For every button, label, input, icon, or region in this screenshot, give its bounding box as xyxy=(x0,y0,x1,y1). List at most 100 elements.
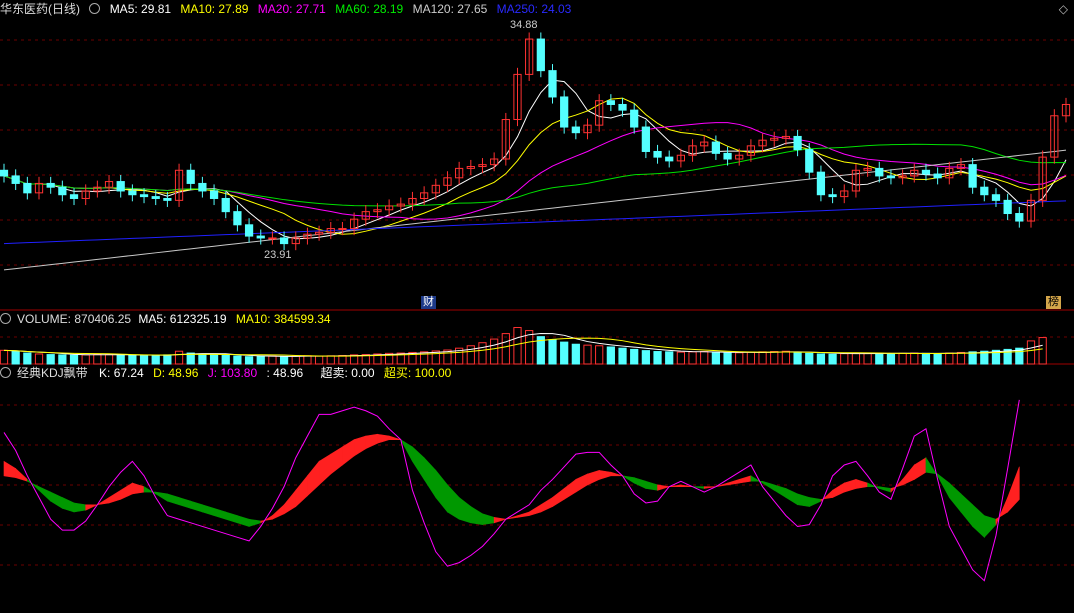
volume-bar xyxy=(81,354,90,365)
volume-bar xyxy=(314,355,324,365)
marker-cai[interactable]: 财 xyxy=(421,296,436,309)
volume-bar xyxy=(244,356,254,365)
volume-bar xyxy=(151,354,160,365)
volume-bar xyxy=(1038,337,1047,365)
kdj-ribbon-segment xyxy=(143,486,157,495)
price-panel-header: 华东医药(日线) MA5: 29.81 MA10: 27.89 MA20: 27… xyxy=(0,1,577,17)
candle-body xyxy=(198,182,207,192)
volume-ma10-label: MA10: 384599.34 xyxy=(235,312,331,326)
kdj-ribbon-segment xyxy=(202,504,215,517)
grid-lines xyxy=(0,39,1074,566)
ma10-line xyxy=(3,97,1067,235)
candle-body xyxy=(828,194,837,198)
volume-bar xyxy=(1026,340,1036,365)
volume-bar xyxy=(116,354,125,365)
candle-body xyxy=(711,141,721,154)
volume-bar xyxy=(641,350,650,365)
volume-bar xyxy=(139,355,149,365)
volume-bar xyxy=(840,353,849,365)
volume-bar xyxy=(209,354,219,365)
kdj-ribbon-segment xyxy=(575,473,588,493)
candle-body xyxy=(151,196,160,199)
candle-body xyxy=(618,103,627,111)
kdj-ribbon-segment xyxy=(318,453,332,486)
candle-body xyxy=(653,150,662,158)
volume-bar xyxy=(595,345,604,365)
volume-ma10-line xyxy=(3,337,1043,357)
volume-bars[interactable] xyxy=(0,327,1047,365)
stock-chart[interactable] xyxy=(0,0,1074,613)
kdj-ribbon-segment xyxy=(528,504,542,517)
kdj-ribbon-segment xyxy=(283,489,297,515)
candle-body xyxy=(1003,199,1012,215)
kdj-ribbon-segment xyxy=(377,433,390,444)
toggle-radio-icon[interactable] xyxy=(89,3,101,14)
volume-bar xyxy=(758,351,767,365)
volume-label: VOLUME: 870406.25 xyxy=(17,312,132,326)
volume-bar xyxy=(501,333,510,365)
kdj-ribbon-segment xyxy=(447,484,460,520)
volume-bar xyxy=(174,350,184,365)
kdj-ribbon-segment xyxy=(225,511,238,524)
kdj-ribbon-segment xyxy=(808,497,822,508)
kdj-ribbon-segment xyxy=(365,433,378,450)
volume-bar xyxy=(34,353,44,365)
candle-body xyxy=(630,109,639,128)
kdj-ribbon-segment xyxy=(458,496,472,524)
kdj-ribbon-segment xyxy=(167,493,180,506)
candle-body xyxy=(933,173,942,179)
marker-bang[interactable]: 榜 xyxy=(1046,296,1061,309)
ma60-label: MA60: 28.19 xyxy=(335,2,404,16)
kdj-ribbon-segment xyxy=(412,446,425,481)
candle-body xyxy=(571,126,580,134)
kdj-k-label: K: 67.24 xyxy=(99,366,144,380)
ma5-line xyxy=(3,79,1067,240)
kdj-ribbon-segment xyxy=(342,439,355,466)
kdj-ribbon-segment xyxy=(330,446,343,475)
volume-bar xyxy=(128,354,137,365)
volume-radio-icon[interactable] xyxy=(0,313,11,324)
candle-body xyxy=(116,181,125,192)
candle-body xyxy=(279,237,289,245)
candle-body xyxy=(606,100,615,105)
diamond-icon[interactable]: ◇ xyxy=(1059,2,1068,16)
kdj-ribbon-segment xyxy=(960,493,973,528)
kdj-ribbon-segment xyxy=(878,486,892,493)
volume-bar xyxy=(863,352,872,365)
candlesticks[interactable] xyxy=(0,32,1071,251)
kdj-ribbon-segment xyxy=(598,470,612,480)
volume-bar xyxy=(688,351,697,365)
kdj-ribbon[interactable] xyxy=(3,399,1020,582)
kdj-ribbon-segment xyxy=(738,475,752,484)
kdj-ribbon-segment xyxy=(645,480,658,491)
candle-body xyxy=(805,149,814,173)
volume-panel-header: VOLUME: 870406.25 MA5: 612325.19 MA10: 3… xyxy=(0,311,337,327)
volume-bar xyxy=(560,341,569,365)
kdj-ribbon-segment xyxy=(482,513,495,525)
kdj-ribbon-segment xyxy=(272,504,285,520)
candle-body xyxy=(209,190,219,199)
candle-body xyxy=(536,38,545,72)
volume-bar xyxy=(338,354,347,365)
volume-bar xyxy=(513,327,522,365)
kdj-d-label: D: 48.96 xyxy=(153,366,199,380)
kdj-ribbon-segment xyxy=(913,457,927,480)
candle-body xyxy=(1015,213,1024,222)
kdj-radio-icon[interactable] xyxy=(0,367,11,378)
ma10-label: MA10: 27.89 xyxy=(180,2,249,16)
kdj-ribbon-segment xyxy=(972,504,985,538)
kdj-ribbon-segment xyxy=(73,502,86,513)
kdj-ribbon-segment xyxy=(785,488,798,506)
volume-bar xyxy=(898,352,907,365)
candle-body xyxy=(244,224,254,237)
kdj-ribbon-segment xyxy=(540,496,553,513)
volume-bar xyxy=(746,351,756,365)
kdj-ribbon-segment xyxy=(552,487,565,508)
kdj-ribbon-segment xyxy=(213,507,227,520)
candle-body xyxy=(723,152,732,160)
volume-bar xyxy=(886,353,896,365)
candle-body xyxy=(256,235,265,239)
kdj-ribbon-segment xyxy=(190,500,203,513)
volume-bar xyxy=(478,342,487,365)
kdj-ribbon-segment xyxy=(435,469,448,513)
